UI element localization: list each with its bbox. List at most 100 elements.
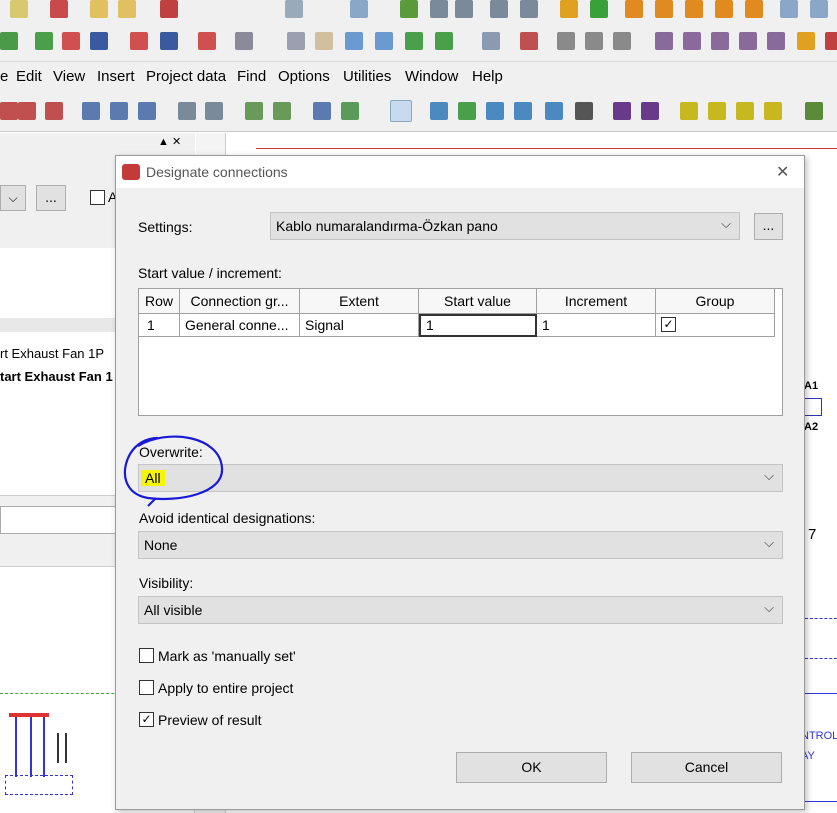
panel-dropdown[interactable]: ⌵ (0, 185, 26, 211)
cancel-button[interactable]: Cancel (631, 752, 782, 783)
column-header-extent[interactable]: Extent (300, 289, 419, 314)
toolbar-icon[interactable] (205, 102, 223, 120)
toolbar-icon[interactable] (739, 32, 757, 50)
panel-more-button[interactable]: ... (36, 185, 66, 211)
preview-result-checkbox[interactable]: ✓ (139, 712, 154, 727)
column-header-connection-group[interactable]: Connection gr... (180, 289, 300, 314)
menu-file[interactable]: e (0, 68, 8, 85)
menu-project-data[interactable]: Project data (146, 68, 226, 85)
toolbar-icon[interactable] (90, 32, 108, 50)
settings-combo[interactable]: Kablo numaralandırma-Özkan pano ⌵ (270, 212, 740, 240)
toolbar-icon[interactable] (455, 0, 473, 18)
toolbar-icon[interactable] (235, 32, 253, 50)
mark-manually-set-label[interactable]: Mark as 'manually set' (158, 648, 296, 664)
list-item[interactable]: rt Exhaust Fan 1P (0, 346, 104, 361)
toolbar-icon[interactable] (110, 102, 128, 120)
toolbar-icon[interactable] (313, 102, 331, 120)
toolbar-icon[interactable] (405, 32, 423, 50)
toolbar-icon[interactable] (245, 102, 263, 120)
toolbar-icon[interactable] (625, 0, 643, 18)
toolbar-icon[interactable] (683, 32, 701, 50)
toolbar-icon[interactable] (520, 32, 538, 50)
toolbar-icon[interactable] (708, 102, 726, 120)
toolbar-icon[interactable] (287, 32, 305, 50)
list-item[interactable]: tart Exhaust Fan 1 (0, 369, 113, 384)
toolbar-icon[interactable] (430, 0, 448, 18)
toolbar-icon[interactable] (767, 32, 785, 50)
toolbar-icon[interactable] (745, 0, 763, 18)
menu-window[interactable]: Window (405, 68, 458, 85)
pointer-icon[interactable] (390, 100, 412, 122)
toolbar-icon[interactable] (0, 102, 18, 120)
toolbar-icon[interactable] (62, 32, 80, 50)
toolbar-icon[interactable] (0, 32, 18, 50)
toolbar-icon[interactable] (345, 32, 363, 50)
toolbar-icon[interactable] (45, 102, 63, 120)
avoid-identical-combo[interactable]: None ⌵ (138, 531, 783, 559)
toolbar-icon[interactable] (482, 32, 500, 50)
toolbar-icon[interactable] (400, 0, 418, 18)
menu-find[interactable]: Find (237, 68, 266, 85)
toolbar-icon[interactable] (680, 102, 698, 120)
toolbar-icon[interactable] (810, 0, 828, 18)
toolbar-icon[interactable] (430, 102, 448, 120)
table-cell-start-value[interactable]: 1 (419, 314, 537, 337)
apply-entire-project-label[interactable]: Apply to entire project (158, 680, 293, 696)
toolbar-icon[interactable] (486, 102, 504, 120)
column-header-start-value[interactable]: Start value (419, 289, 537, 314)
table-row-number[interactable]: 1 (139, 314, 180, 337)
toolbar-icon[interactable] (160, 32, 178, 50)
toolbar-icon[interactable] (613, 102, 631, 120)
toolbar-icon[interactable] (685, 0, 703, 18)
toolbar-icon[interactable] (118, 0, 136, 18)
menu-edit[interactable]: Edit (16, 68, 42, 85)
toolbar-icon[interactable] (130, 32, 148, 50)
settings-more-button[interactable]: ... (754, 213, 783, 240)
toolbar-icon[interactable] (160, 0, 178, 18)
table-cell-group[interactable]: ✓ (656, 314, 775, 337)
toolbar-icon[interactable] (35, 32, 53, 50)
toolbar-icon[interactable] (490, 0, 508, 18)
toolbar-icon[interactable] (285, 0, 303, 18)
toolbar-icon[interactable] (273, 102, 291, 120)
menu-insert[interactable]: Insert (97, 68, 135, 85)
toolbar-icon[interactable] (520, 0, 538, 18)
toolbar-icon[interactable] (315, 32, 333, 50)
toolbar-icon[interactable] (435, 32, 453, 50)
menu-options[interactable]: Options (278, 68, 330, 85)
group-checkbox[interactable]: ✓ (661, 317, 676, 332)
toolbar-icon[interactable] (50, 0, 68, 18)
toolbar-icon[interactable] (198, 32, 216, 50)
toolbar-icon[interactable] (458, 102, 476, 120)
toolbar-icon[interactable] (805, 102, 823, 120)
toolbar-icon[interactable] (825, 32, 837, 50)
toolbar-icon[interactable] (560, 0, 578, 18)
toolbar-icon[interactable] (82, 102, 100, 120)
menu-help[interactable]: Help (472, 68, 503, 85)
toolbar-icon[interactable] (590, 0, 608, 18)
visibility-combo[interactable]: All visible ⌵ (138, 596, 783, 624)
toolbar-icon[interactable] (178, 102, 196, 120)
toolbar-icon[interactable] (514, 102, 532, 120)
panel-close-icon[interactable]: ▲ ✕ (158, 135, 181, 148)
toolbar-icon[interactable] (780, 0, 798, 18)
toolbar-icon[interactable] (736, 102, 754, 120)
close-icon[interactable]: ✕ (776, 162, 789, 182)
toolbar-icon[interactable] (90, 0, 108, 18)
toolbar-icon[interactable] (18, 102, 36, 120)
toolbar-icon[interactable] (557, 32, 575, 50)
table-cell-increment[interactable]: 1 (537, 314, 656, 337)
column-header-increment[interactable]: Increment (537, 289, 656, 314)
toolbar-icon[interactable] (350, 0, 368, 18)
toolbar-icon[interactable] (341, 102, 359, 120)
toolbar-icon[interactable] (545, 102, 563, 120)
toolbar-icon[interactable] (711, 32, 729, 50)
toolbar-icon[interactable] (715, 0, 733, 18)
menu-view[interactable]: View (53, 68, 85, 85)
toolbar-icon[interactable] (10, 0, 28, 18)
mark-manually-set-checkbox[interactable] (139, 648, 154, 663)
toolbar-icon[interactable] (575, 102, 593, 120)
toolbar-icon[interactable] (375, 32, 393, 50)
apply-entire-project-checkbox[interactable] (139, 680, 154, 695)
menu-utilities[interactable]: Utilities (343, 68, 391, 85)
